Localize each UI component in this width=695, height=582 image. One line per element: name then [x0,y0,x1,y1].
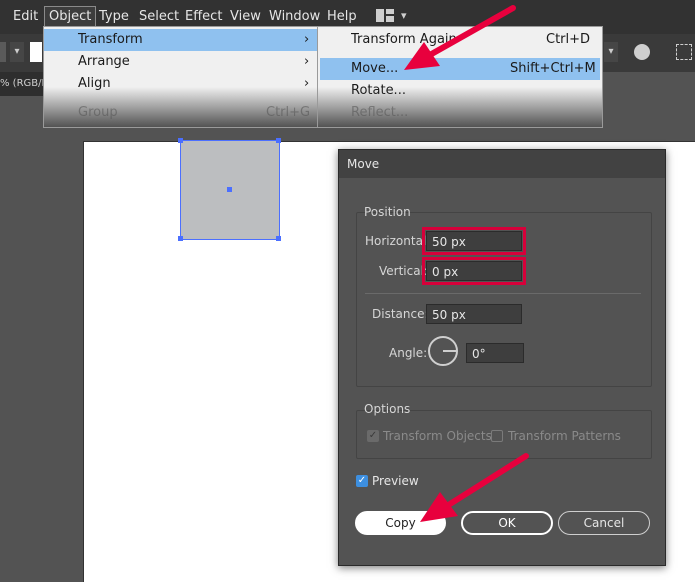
arrow-to-copy-icon [420,453,529,522]
callout-arrows [404,5,529,522]
arrow-to-move-icon [404,5,516,70]
